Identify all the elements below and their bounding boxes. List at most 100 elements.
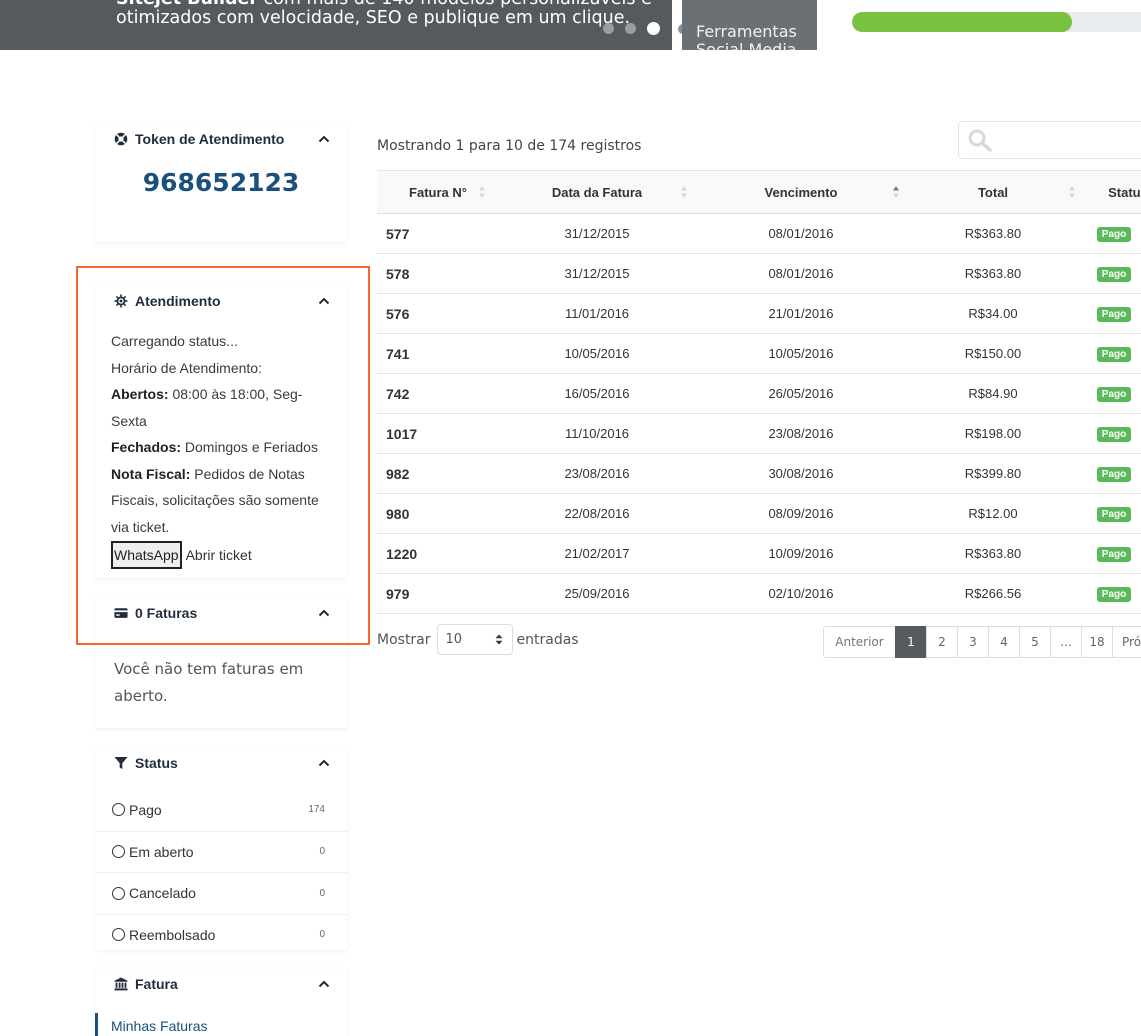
- invoice-due-date: 02/10/2016: [695, 573, 907, 614]
- table-row[interactable]: 578 31/12/2015 08/01/2016 R$363.80 Pago: [377, 253, 1141, 294]
- table-row[interactable]: 979 25/09/2016 02/10/2016 R$266.56 Pago: [377, 573, 1141, 614]
- open-hours: Abertos: 08:00 às 18:00, Seg-Sexta: [111, 381, 331, 434]
- table-header-row: Fatura N° Data da Fatura Vencimento Tota…: [377, 170, 1141, 214]
- invoice-total: R$363.80: [907, 533, 1079, 574]
- nota-fiscal-info: Nota Fiscal: Pedidos de Notas Fiscais, s…: [111, 461, 331, 541]
- table-row[interactable]: 577 31/12/2015 08/01/2016 R$363.80 Pago: [377, 213, 1141, 254]
- page-length-value: 10: [445, 632, 463, 647]
- table-row[interactable]: 741 10/05/2016 10/05/2016 R$150.00 Pago: [377, 333, 1141, 374]
- invoice-status: Pago: [1079, 253, 1141, 294]
- page-length-select[interactable]: 10: [436, 624, 513, 655]
- invoice-date: 23/08/2016: [499, 453, 695, 494]
- token-panel-header[interactable]: Token de Atendimento: [95, 124, 347, 154]
- chevron-up-icon[interactable]: [318, 133, 330, 145]
- invoice-status: Pago: [1079, 533, 1141, 574]
- invoice-number: 1017: [377, 413, 499, 454]
- faturas-panel-header[interactable]: 0 Faturas: [95, 598, 347, 628]
- status-filter-pago[interactable]: Pago 174: [95, 789, 347, 831]
- status-filter-label: Pago: [129, 801, 162, 818]
- invoice-total: R$363.80: [907, 253, 1079, 294]
- my-invoices-link[interactable]: Minhas Faturas: [95, 1013, 347, 1036]
- pagination-previous[interactable]: Anterior: [823, 626, 896, 658]
- status-filter-reembolsado[interactable]: Reembolsado 0: [95, 913, 347, 956]
- chevron-up-icon[interactable]: [318, 757, 330, 769]
- table-row[interactable]: 980 22/08/2016 08/09/2016 R$12.00 Pago: [377, 493, 1141, 534]
- column-header-date[interactable]: Data da Fatura: [499, 170, 695, 214]
- pagination-page[interactable]: 4: [988, 626, 1020, 658]
- invoice-status: Pago: [1079, 373, 1141, 414]
- invoice-status: Pago: [1079, 293, 1141, 334]
- table-row[interactable]: 982 23/08/2016 30/08/2016 R$399.80 Pago: [377, 453, 1141, 494]
- status-filter-em-aberto[interactable]: Em aberto 0: [95, 830, 347, 873]
- chevron-up-icon[interactable]: [318, 607, 330, 619]
- table-search[interactable]: [958, 121, 1141, 159]
- carousel-dot-2[interactable]: [625, 23, 636, 34]
- invoice-due-date: 10/05/2016: [695, 333, 907, 374]
- select-arrows-icon: [495, 634, 503, 645]
- fatura-panel-header[interactable]: Fatura: [95, 969, 347, 999]
- carousel-dot-3[interactable]: [647, 22, 660, 35]
- invoice-due-date: 26/05/2016: [695, 373, 907, 414]
- invoice-total: R$399.80: [907, 453, 1079, 494]
- invoice-due-date: 08/09/2016: [695, 493, 907, 534]
- tools-card[interactable]: Ferramentas Social Media: [682, 0, 817, 50]
- pagination-page[interactable]: 1: [895, 626, 927, 658]
- atendimento-body: Carregando status... Horário de Atendime…: [95, 316, 347, 569]
- invoice-date: 11/10/2016: [499, 413, 695, 454]
- radio-icon[interactable]: [112, 928, 125, 942]
- status-badge: Pago: [1096, 387, 1132, 402]
- search-input[interactable]: [999, 130, 1139, 150]
- radio-icon[interactable]: [112, 803, 125, 817]
- status-filter-label: Cancelado: [129, 885, 196, 902]
- radio-icon[interactable]: [112, 886, 125, 900]
- table-row[interactable]: 1220 21/02/2017 10/09/2016 R$363.80 Pago: [377, 533, 1141, 574]
- invoice-status: Pago: [1079, 213, 1141, 254]
- invoice-total: R$34.00: [907, 293, 1079, 334]
- promo-banner[interactable]: Sitejet Builder com mais de 140 modelos …: [0, 0, 672, 50]
- table-row[interactable]: 1017 11/10/2016 23/08/2016 R$198.00 Pago: [377, 413, 1141, 454]
- pagination-page[interactable]: 18: [1081, 626, 1113, 658]
- page-length-label: Mostrar: [377, 631, 431, 648]
- pagination-page[interactable]: 5: [1019, 626, 1051, 658]
- column-header-due[interactable]: Vencimento: [695, 170, 907, 214]
- carousel-dot-1[interactable]: [603, 23, 614, 34]
- status-filter-count: 0: [319, 846, 325, 858]
- status-loading-text: Carregando status...: [111, 333, 238, 349]
- table-row[interactable]: 742 16/05/2016 26/05/2016 R$84.90 Pago: [377, 373, 1141, 414]
- bank-icon: [114, 977, 128, 991]
- status-badge: Pago: [1096, 467, 1132, 482]
- invoice-number: 577: [377, 213, 499, 254]
- status-filter-list: Pago 174 Em aberto 0 Cancelado 0 Reembol…: [95, 789, 347, 955]
- progress-bar-fill: [852, 12, 1072, 32]
- pagination-page[interactable]: 3: [957, 626, 989, 658]
- invoice-total: R$266.56: [907, 573, 1079, 614]
- faturas-panel: 0 Faturas Você não tem faturas em aberto…: [95, 598, 347, 728]
- radio-icon[interactable]: [112, 845, 125, 859]
- status-filter-cancelado[interactable]: Cancelado 0: [95, 872, 347, 914]
- pagination-next[interactable]: Próximo: [1112, 626, 1141, 658]
- hours-heading: Horário de Atendimento:: [111, 359, 262, 376]
- column-header-invoice[interactable]: Fatura N°: [377, 170, 499, 214]
- whatsapp-button[interactable]: WhatsApp: [111, 541, 182, 569]
- invoice-due-date: 21/01/2016: [695, 293, 907, 334]
- closed-hours-value: Domingos e Feriados: [181, 439, 318, 455]
- filter-icon: [114, 756, 128, 770]
- column-header-total[interactable]: Total: [907, 170, 1079, 214]
- status-panel-header[interactable]: Status: [95, 748, 347, 778]
- status-badge: Pago: [1096, 227, 1132, 242]
- status-badge: Pago: [1096, 307, 1132, 322]
- pagination-page[interactable]: 2: [926, 626, 958, 658]
- sort-icon: [681, 186, 687, 198]
- chevron-up-icon[interactable]: [318, 978, 330, 990]
- chevron-up-icon[interactable]: [318, 295, 330, 307]
- status-filter-count: 0: [319, 929, 325, 941]
- nota-fiscal-label: Nota Fiscal:: [111, 465, 191, 482]
- atendimento-panel-header[interactable]: Atendimento: [95, 286, 347, 316]
- sun-icon: [114, 294, 128, 308]
- token-panel: Token de Atendimento 968652123: [95, 124, 347, 242]
- column-header-status[interactable]: Status: [1079, 170, 1141, 214]
- open-ticket-link[interactable]: Abrir ticket: [186, 542, 252, 569]
- table-row[interactable]: 576 11/01/2016 21/01/2016 R$34.00 Pago: [377, 293, 1141, 334]
- atendimento-panel-title: Atendimento: [135, 293, 221, 309]
- column-header-label: Vencimento: [764, 184, 838, 200]
